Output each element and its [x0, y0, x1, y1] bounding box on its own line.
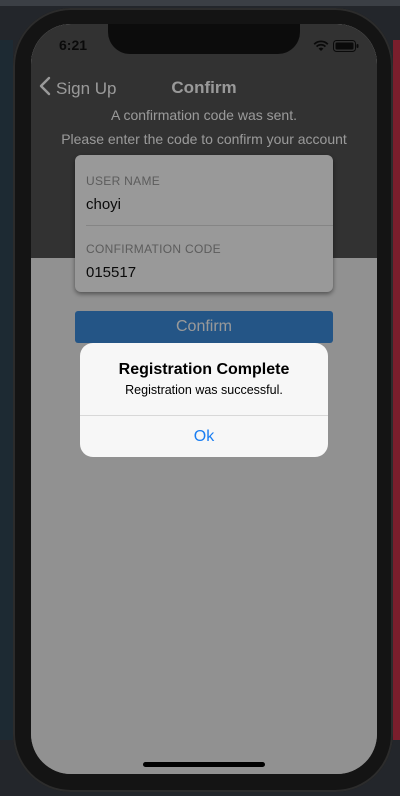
home-indicator [143, 762, 265, 767]
desktop-background-left [0, 40, 13, 740]
desktop-top-bar [0, 0, 400, 6]
alert-message: Registration was successful. [125, 383, 283, 397]
desktop-background-right [393, 40, 400, 740]
registration-alert: Registration Complete Registration was s… [80, 343, 328, 457]
alert-title: Registration Complete [118, 361, 290, 378]
ok-button[interactable]: Ok [80, 416, 328, 457]
phone-screen: 6:21 Sign Up Confirm A confirmation code… [31, 24, 377, 774]
